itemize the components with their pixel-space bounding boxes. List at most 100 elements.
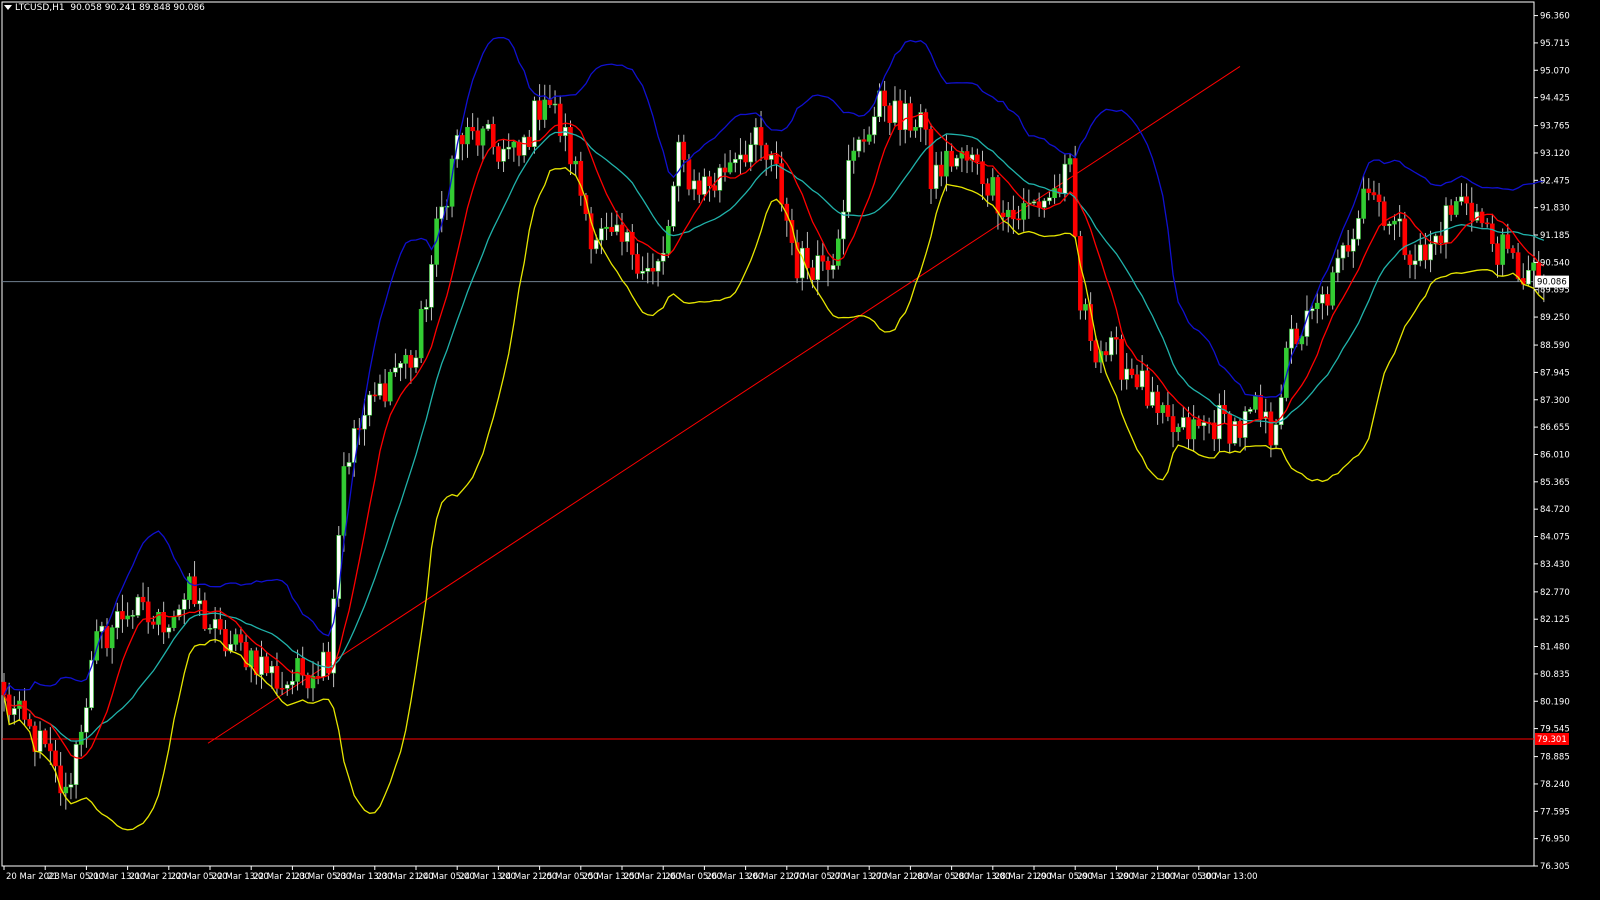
candle-body [552, 103, 558, 106]
current-price-label: 90.086 [1537, 278, 1567, 288]
moving-average-20-line [3, 131, 1545, 742]
current-price-box: 90.086 [1535, 275, 1569, 288]
price-chart[interactable]: 96.360 95.715 95.070 94.425 93.765 93.120 92.4… [0, 0, 1600, 900]
candle-body [1273, 424, 1279, 446]
candle-body [12, 708, 17, 715]
candle-body [1052, 188, 1057, 198]
candle-body [42, 730, 48, 745]
candle-body [1181, 417, 1186, 428]
candle-body [1469, 202, 1475, 221]
candle-body [362, 414, 367, 430]
candle-body [738, 154, 743, 160]
candle-body [1376, 194, 1382, 203]
candle-body [84, 707, 89, 733]
y-tick-label: 84.720 [1540, 505, 1570, 515]
candle-body [187, 576, 192, 600]
candle-body [763, 144, 769, 160]
candle-body [938, 164, 944, 177]
candle-body [1119, 338, 1124, 380]
candle-body [279, 688, 285, 690]
y-tick-label: 76.950 [1540, 835, 1570, 845]
candle-body [1175, 426, 1181, 433]
candle-body [197, 600, 202, 605]
candle-body [1454, 201, 1459, 215]
candle-body [985, 183, 990, 196]
candle-body [511, 141, 517, 148]
bollinger-lower-line [3, 166, 1545, 831]
candle-body [516, 141, 522, 156]
candle-body [1005, 209, 1011, 218]
candle-body [846, 160, 851, 213]
candle-body [1108, 337, 1114, 356]
candle-body [212, 619, 218, 629]
candle-body [315, 676, 321, 678]
candle-body [485, 124, 491, 130]
candle-body [1021, 203, 1027, 220]
candle-body [1124, 368, 1129, 380]
candle-body [691, 180, 697, 190]
candle-body [980, 161, 985, 185]
candle-body [22, 700, 27, 720]
candle-body [805, 247, 810, 269]
candle-body [604, 226, 609, 229]
candle-body [887, 105, 893, 123]
candle-body [748, 144, 754, 163]
candle-body [882, 90, 887, 107]
candle-body [1062, 163, 1068, 194]
y-tick-label: 93.765 [1540, 122, 1570, 132]
candle-body [166, 627, 172, 633]
candle-body [1443, 205, 1449, 244]
y-tick-label: 76.305 [1540, 862, 1570, 872]
candle-body [104, 625, 110, 649]
candle-body [1083, 304, 1088, 311]
candle-body [1078, 236, 1083, 311]
candle-body [1047, 197, 1052, 202]
candle-body [1227, 413, 1232, 444]
candle-body [1186, 417, 1191, 440]
candle-body [815, 255, 821, 280]
candle-body [707, 176, 712, 186]
candle-body [259, 656, 264, 676]
candle-body [949, 150, 954, 167]
candle-body [1361, 188, 1366, 219]
y-tick-label: 87.945 [1540, 368, 1570, 378]
candle-body [547, 99, 553, 106]
candle-body [264, 656, 269, 674]
candle-body [696, 180, 702, 195]
candle-body [537, 100, 542, 120]
candle-body [27, 719, 33, 727]
candle-body [120, 611, 125, 620]
candle-body [799, 247, 805, 279]
y-tick-label: 95.715 [1540, 39, 1570, 49]
candle-body [274, 666, 280, 689]
candle-body [645, 267, 651, 272]
candle-body [614, 224, 620, 232]
y-tick-label: 86.010 [1540, 450, 1570, 460]
candle-body [1191, 419, 1196, 440]
candle-body [73, 744, 79, 785]
candle-body [902, 103, 908, 130]
candle-body [429, 264, 434, 308]
candle-body [238, 634, 244, 643]
y-tick-label: 77.595 [1540, 807, 1570, 817]
moving-average-10-line [3, 113, 1545, 760]
y-tick-label: 93.120 [1540, 149, 1570, 159]
candle-body [465, 127, 470, 145]
candle-body [676, 141, 681, 187]
candle-body [1438, 235, 1444, 244]
candle-body [1031, 201, 1037, 204]
candle-body [655, 260, 661, 272]
candle-body [702, 176, 707, 195]
candle-body [1412, 260, 1418, 265]
candles-group [1, 80, 1547, 810]
candle-body [1417, 244, 1423, 262]
candle-body [470, 127, 475, 132]
candle-body [346, 462, 352, 467]
candle-body [1217, 405, 1222, 440]
candle-body [1392, 220, 1397, 225]
candle-body [171, 616, 177, 628]
candle-body [599, 228, 604, 241]
candle-body [650, 267, 656, 272]
candle-body [181, 599, 187, 610]
candle-body [1000, 212, 1006, 218]
